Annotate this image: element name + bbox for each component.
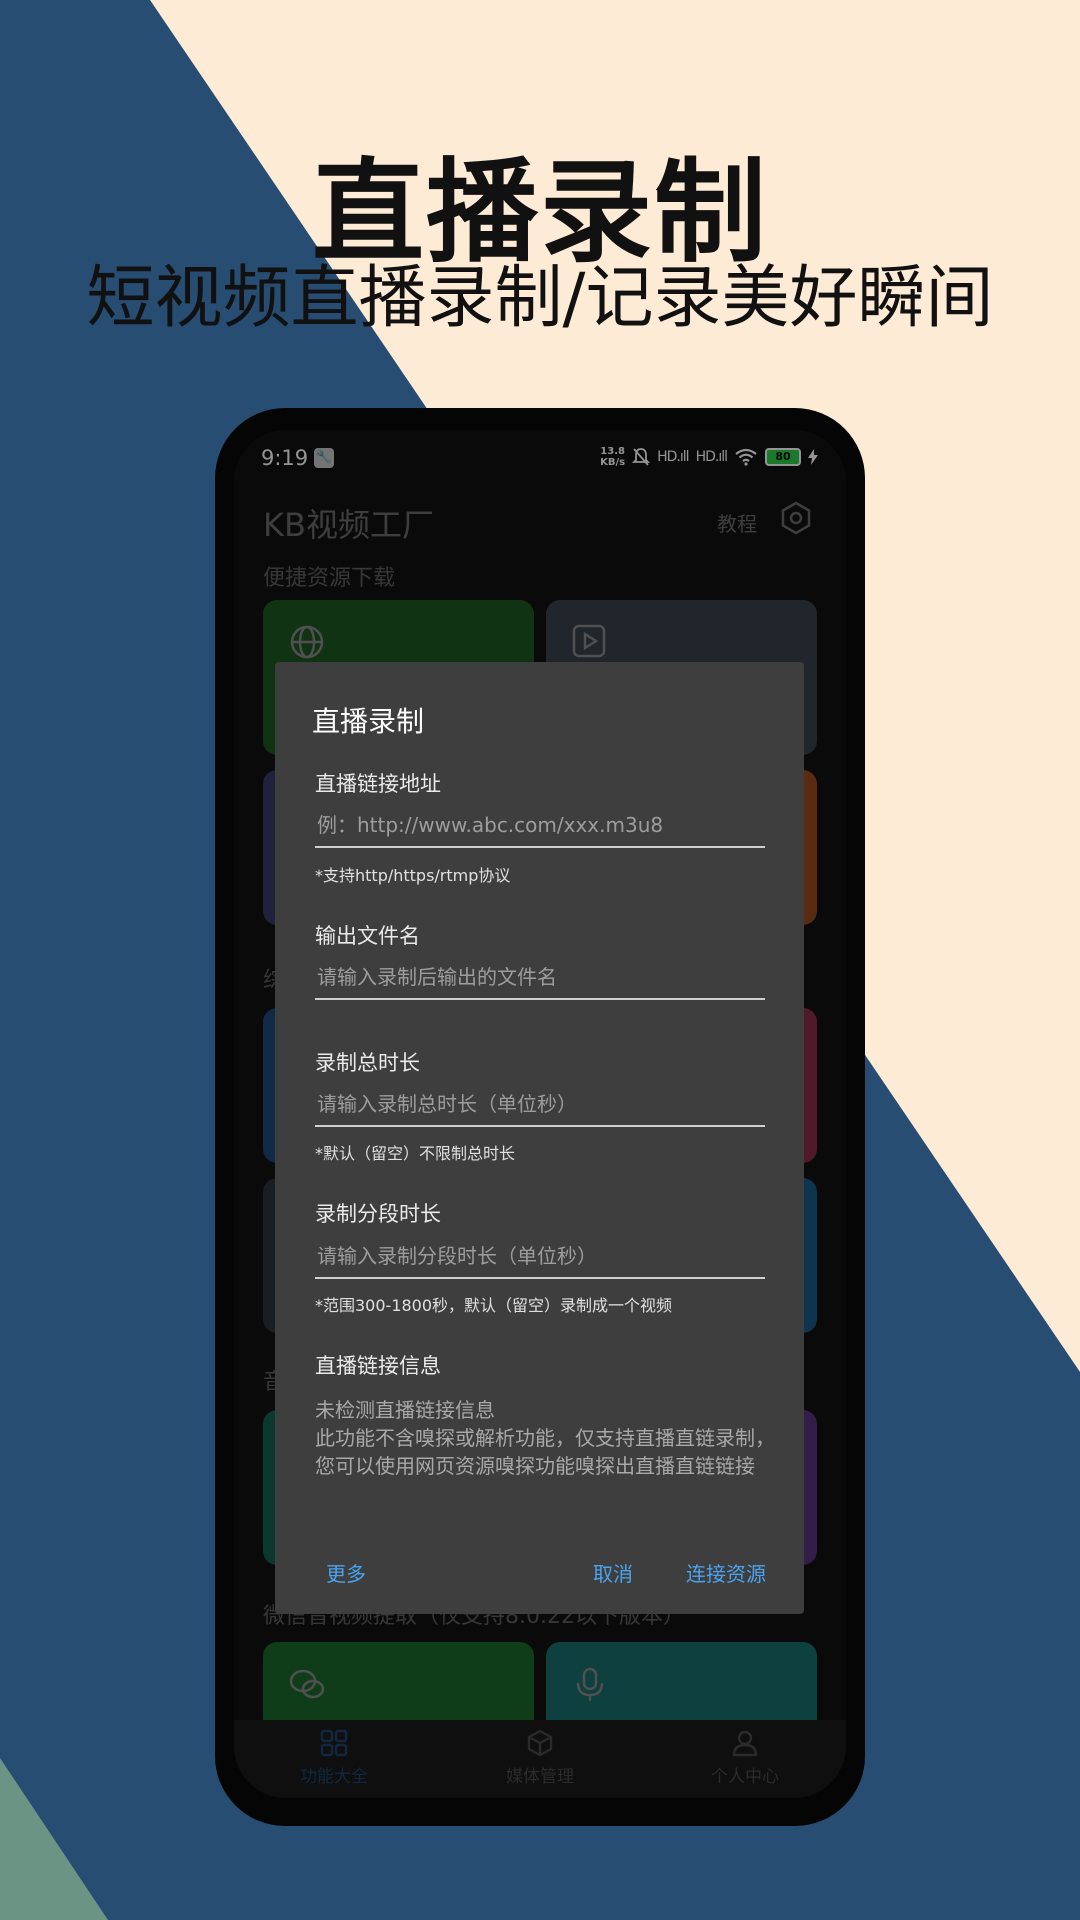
duration-input[interactable] <box>315 1083 765 1127</box>
filename-label: 输出文件名 <box>315 924 420 948</box>
info-status: 未检测直播链接信息 <box>315 1398 495 1422</box>
url-label: 直播链接地址 <box>315 772 441 796</box>
segment-hint: *范围300-1800秒，默认（留空）录制成一个视频 <box>315 1296 673 1315</box>
phone-screen: 9:19 🔧 13.8 KB/s HD.ıll HD.ıll 80 KB视频工厂… <box>234 430 846 1798</box>
segment-label: 录制分段时长 <box>315 1202 441 1226</box>
info-text: 未检测直播链接信息 此功能不含嗅探或解析功能，仅支持直播直链录制，您可以使用网页… <box>315 1396 775 1480</box>
info-description: 此功能不含嗅探或解析功能，仅支持直播直链录制，您可以使用网页资源嗅探功能嗅探出直… <box>315 1426 775 1478</box>
segment-input[interactable] <box>315 1235 765 1279</box>
more-button[interactable]: 更多 <box>326 1558 366 1587</box>
duration-label: 录制总时长 <box>315 1051 420 1075</box>
phone-frame: 9:19 🔧 13.8 KB/s HD.ıll HD.ıll 80 KB视频工厂… <box>215 408 865 1826</box>
info-label: 直播链接信息 <box>315 1354 441 1378</box>
cancel-button[interactable]: 取消 <box>593 1558 633 1587</box>
connect-button[interactable]: 连接资源 <box>686 1558 766 1587</box>
live-record-dialog: 直播录制 直播链接地址 *支持http/https/rtmp协议 输出文件名 录… <box>275 662 804 1614</box>
url-input[interactable] <box>315 804 765 848</box>
duration-hint: *默认（留空）不限制总时长 <box>315 1144 516 1163</box>
url-hint: *支持http/https/rtmp协议 <box>315 866 511 885</box>
hero-subtitle: 短视频直播录制/记录美好瞬间 <box>86 259 994 338</box>
filename-input[interactable] <box>315 956 765 1000</box>
dialog-title: 直播录制 <box>312 705 425 738</box>
